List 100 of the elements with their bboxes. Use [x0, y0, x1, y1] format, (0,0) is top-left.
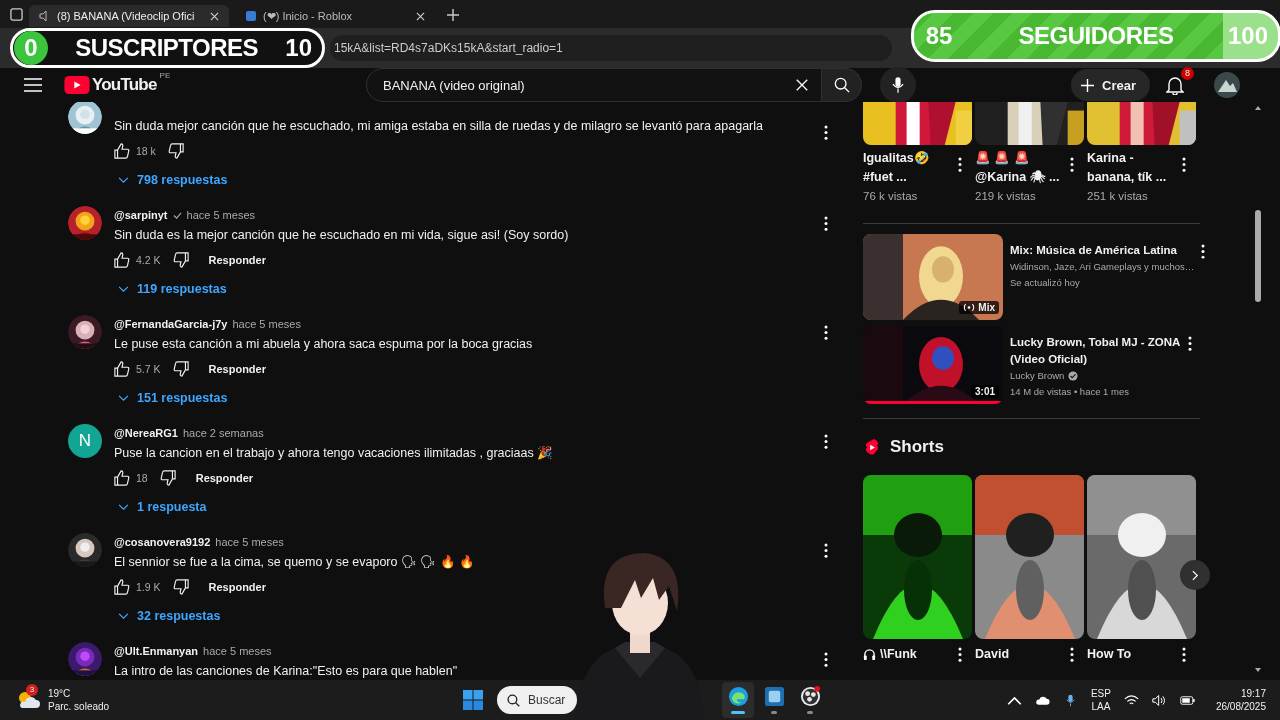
- keyboard-layout[interactable]: LAA: [1091, 700, 1111, 713]
- video-title[interactable]: Lucky Brown, Tobal MJ - ZONA (Video Oficial): [1010, 334, 1181, 368]
- goal-start: 85: [924, 22, 954, 50]
- comment-text: Sin duda mejor canción que he escuchado, mi amiga estaba en silla de ruedas y de milagro se levantó para apagarla: [114, 118, 764, 135]
- browser-tab[interactable]: (❤) Inicio - Roblox: [235, 5, 435, 27]
- create-button[interactable]: Crear: [1071, 69, 1150, 101]
- search-icon: [833, 77, 850, 93]
- thumbs-up-icon[interactable]: [114, 143, 130, 159]
- thumbs-up-icon[interactable]: [114, 579, 130, 595]
- comment-time[interactable]: hace 5 meses: [232, 318, 301, 330]
- microphone-icon: [892, 76, 904, 94]
- more-icon[interactable]: [824, 325, 828, 340]
- channel-name[interactable]: Widinson, Jaze, Ari Gameplays y muchos…: [1010, 259, 1195, 275]
- comment-author[interactable]: @cosanovera9192: [114, 536, 211, 548]
- replies-toggle[interactable]: 798 respuestas: [114, 165, 228, 195]
- comment-time[interactable]: hace 2 semanas: [182, 427, 264, 439]
- site-icon: [245, 10, 257, 22]
- reply-button[interactable]: Responder: [208, 581, 266, 593]
- comment-author[interactable]: @FernandaGarcia-j7y: [114, 318, 228, 330]
- region-code: PE: [159, 71, 171, 80]
- more-icon[interactable]: [824, 652, 828, 667]
- search-field[interactable]: Buscar: [497, 686, 577, 714]
- more-icon[interactable]: [824, 543, 828, 558]
- comment-time[interactable]: hace 5 meses: [186, 209, 255, 221]
- window-menu-icon[interactable]: [10, 8, 23, 21]
- chevron-down-icon: [118, 612, 129, 620]
- thumbs-down-icon[interactable]: [172, 361, 189, 377]
- like-count: 18: [136, 472, 148, 484]
- more-icon[interactable]: [824, 125, 828, 140]
- next-button[interactable]: [1180, 560, 1210, 590]
- input-language[interactable]: ESP: [1090, 687, 1111, 700]
- thumbs-down-icon[interactable]: [159, 470, 176, 486]
- thumbs-down-icon[interactable]: [172, 579, 189, 595]
- reply-button[interactable]: Responder: [195, 472, 254, 484]
- clock-date[interactable]: 26/08/2025: [1215, 700, 1266, 713]
- more-icon[interactable]: [824, 434, 828, 449]
- thumbs-down-icon[interactable]: [172, 252, 189, 268]
- video-title[interactable]: Mix: Música de América Latina: [1010, 242, 1195, 259]
- volume-icon[interactable]: [1151, 693, 1167, 707]
- short-title[interactable]: Igualitas🤣 #fuet ...: [863, 149, 930, 187]
- thumbs-down-icon[interactable]: [167, 143, 184, 159]
- start-icon[interactable]: [463, 690, 483, 710]
- replies-toggle[interactable]: 32 respuestas: [114, 601, 221, 631]
- more-icon[interactable]: [958, 157, 962, 172]
- duration-badge: 3:01: [971, 385, 999, 398]
- avatar[interactable]: [1214, 72, 1240, 98]
- more-icon[interactable]: [1070, 157, 1074, 172]
- comment-author[interactable]: @sarpinyt: [114, 209, 168, 221]
- browser-tab[interactable]: (8) BANANA (Videoclip Ofici: [29, 5, 229, 27]
- comment-text: La intro de las canciones de Karina:"Esto es para que hablen": [114, 663, 459, 680]
- microphone-button[interactable]: [880, 67, 916, 103]
- weather-icon[interactable]: [16, 690, 40, 710]
- more-icon[interactable]: [1188, 336, 1192, 351]
- bell-icon[interactable]: [1166, 75, 1184, 95]
- plus-icon[interactable]: [447, 9, 459, 21]
- wifi-icon[interactable]: [1123, 693, 1139, 707]
- more-icon[interactable]: [958, 646, 962, 662]
- battery-icon[interactable]: [1179, 693, 1195, 707]
- logo-text[interactable]: YouTube: [92, 75, 157, 95]
- replies-toggle[interactable]: 151 respuestas: [114, 383, 228, 413]
- thumbs-up-icon[interactable]: [114, 470, 130, 486]
- comment-time[interactable]: hace 5 meses: [215, 536, 284, 548]
- thumbs-up-icon[interactable]: [114, 361, 130, 377]
- url-field[interactable]: 15kA&list=RD4s7aDKs15kA&start_radio=1: [330, 35, 892, 61]
- search-button[interactable]: [822, 68, 862, 102]
- replies-toggle[interactable]: 1 respuesta: [114, 492, 207, 522]
- comment-text: Le puse esta canción a mi abuela y ahora saca espuma por la boca gracias: [114, 336, 534, 353]
- channel-name[interactable]: Lucky Brown: [1010, 368, 1065, 384]
- close-icon[interactable]: [210, 11, 219, 21]
- short-title[interactable]: Karina - banana, tík ...: [1087, 149, 1167, 187]
- short-title[interactable]: 🚨 🚨 🚨 @Karina 🕷 ...: [975, 149, 1060, 187]
- reply-button[interactable]: Responder: [208, 363, 266, 375]
- search-field[interactable]: BANANA (video original): [366, 68, 822, 102]
- comment-author[interactable]: @Ult.Enmanyan: [114, 645, 199, 657]
- menu-icon[interactable]: [24, 78, 42, 92]
- replies-toggle[interactable]: 119 respuestas: [114, 274, 227, 304]
- notification-badge: 8: [1181, 67, 1194, 80]
- close-icon[interactable]: [416, 11, 425, 21]
- clear-icon[interactable]: [795, 78, 809, 92]
- more-icon[interactable]: [1182, 646, 1186, 662]
- reply-button[interactable]: Responder: [208, 254, 266, 266]
- comment-text: Sin duda es la mejor canción que he escuchado en mi vida, sigue asi! (Soy sordo): [114, 227, 570, 244]
- view-count: 76 k vistas: [863, 190, 919, 202]
- comment-author[interactable]: @NereaRG1: [114, 427, 178, 439]
- taskbar-app[interactable]: [722, 682, 754, 718]
- more-icon[interactable]: [1070, 646, 1074, 662]
- more-icon[interactable]: [824, 216, 828, 231]
- comment-text: El sennior se fue a la cima, se quemo y se evaporo 🗣 🗣 🔥 🔥: [114, 554, 477, 571]
- thumbs-up-icon[interactable]: [114, 252, 130, 268]
- clock-time[interactable]: 19:17: [1240, 687, 1266, 700]
- short-title[interactable]: \\Funk: [880, 647, 954, 661]
- comment-time[interactable]: hace 5 meses: [203, 645, 272, 657]
- tab-title: (❤) Inicio - Roblox: [263, 9, 354, 23]
- play-logo-icon: [64, 76, 90, 94]
- more-icon[interactable]: [1201, 244, 1206, 259]
- more-icon[interactable]: [1182, 157, 1186, 172]
- short-title[interactable]: How To: [1087, 647, 1178, 661]
- short-title[interactable]: David: [975, 647, 1066, 661]
- chevron-down-icon: [118, 285, 129, 293]
- search-icon: [507, 693, 520, 707]
